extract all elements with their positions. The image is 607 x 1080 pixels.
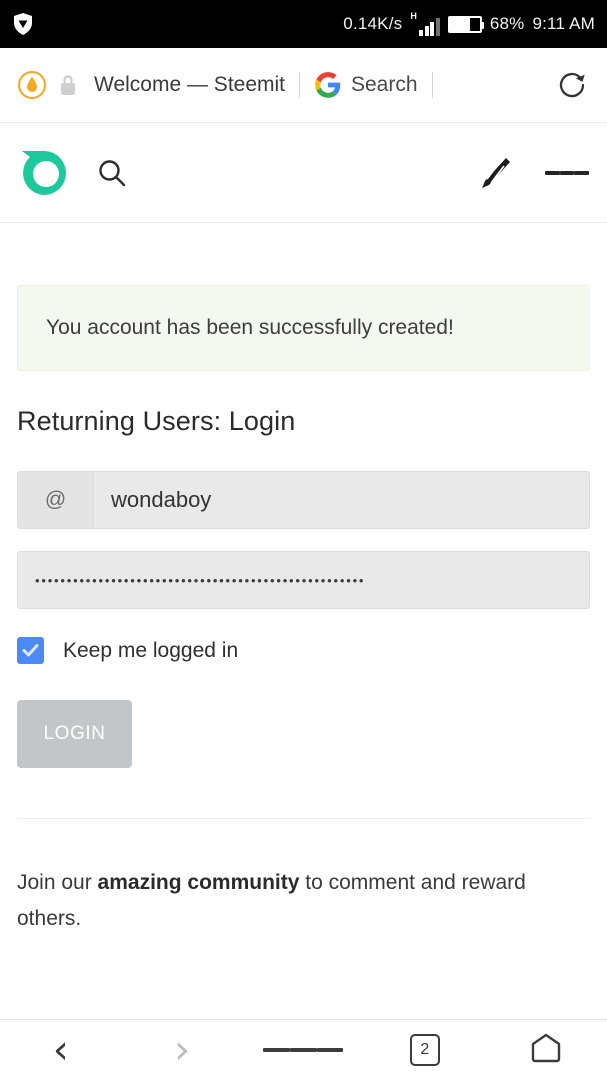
search-engine-label[interactable]: Search: [351, 73, 418, 97]
page-title: Welcome — Steemit: [94, 73, 285, 96]
tab-count-badge: 2: [409, 1034, 440, 1066]
status-bar: 0.14K/s H 68% 9:11 AM: [0, 0, 607, 48]
browser-menu-button[interactable]: [263, 1020, 344, 1080]
network-speed-text: 0.14K/s: [343, 14, 403, 33]
content-divider: [17, 818, 590, 819]
shield-icon: [12, 12, 34, 36]
header-actions: [473, 151, 590, 195]
success-alert-text: You account has been successfully create…: [46, 316, 454, 339]
keep-logged-in-row[interactable]: Keep me logged in: [17, 637, 590, 664]
hamburger-menu-icon[interactable]: [545, 151, 590, 195]
amazing-community-link[interactable]: amazing community: [98, 871, 300, 894]
username-input[interactable]: wondaboy: [93, 471, 590, 529]
status-bar-right: 0.14K/s H 68% 9:11 AM: [343, 12, 595, 36]
home-button[interactable]: [506, 1020, 586, 1080]
browser-bottom-nav: ‹ › 2: [0, 1019, 607, 1080]
success-alert: You account has been successfully create…: [17, 285, 590, 371]
url-divider-2: [431, 72, 433, 98]
clock-text: 9:11 AM: [532, 14, 595, 33]
status-bar-left: [12, 12, 34, 36]
network-type-label: H: [410, 11, 417, 21]
pencil-icon[interactable]: [473, 151, 517, 195]
password-input[interactable]: ••••••••••••••••••••••••••••••••••••••••…: [17, 551, 590, 609]
at-symbol-prefix: @: [17, 471, 93, 529]
chevron-left-icon: ‹: [52, 1027, 69, 1073]
steemit-site-header: [0, 123, 607, 223]
chevron-right-icon: ›: [174, 1027, 191, 1073]
password-field-row: ••••••••••••••••••••••••••••••••••••••••…: [17, 551, 590, 609]
home-icon: [529, 1032, 563, 1069]
google-g-icon[interactable]: [314, 71, 342, 99]
phone-screen: 0.14K/s H 68% 9:11 AM Welcome — Steemit …: [0, 0, 607, 1080]
battery-percent-text: 68%: [489, 14, 525, 33]
tab-switcher-button[interactable]: 2: [385, 1020, 465, 1080]
lock-icon: [48, 73, 88, 97]
reload-icon[interactable]: [553, 66, 591, 104]
page-content: You account has been successfully create…: [0, 223, 607, 1080]
keep-logged-in-checkbox[interactable]: [17, 637, 44, 664]
signal-strength-icon: H: [410, 12, 440, 36]
page-heading: Returning Users: Login: [17, 406, 296, 436]
battery-icon: [447, 15, 484, 33]
steemit-logo-icon[interactable]: [18, 147, 70, 199]
forward-button[interactable]: ›: [142, 1020, 222, 1080]
username-field-row: @ wondaboy: [17, 471, 590, 529]
footer-lead: Join our: [17, 871, 98, 894]
join-community-text: Join our amazing community to comment an…: [17, 865, 590, 936]
url-divider: [299, 72, 300, 98]
search-icon[interactable]: [86, 147, 138, 199]
back-button[interactable]: ‹: [21, 1020, 101, 1080]
keep-logged-in-label: Keep me logged in: [63, 638, 239, 662]
login-button[interactable]: LOGIN: [17, 700, 132, 768]
orange-droplet-icon[interactable]: [16, 69, 48, 101]
browser-address-bar[interactable]: Welcome — Steemit Search: [0, 48, 607, 123]
